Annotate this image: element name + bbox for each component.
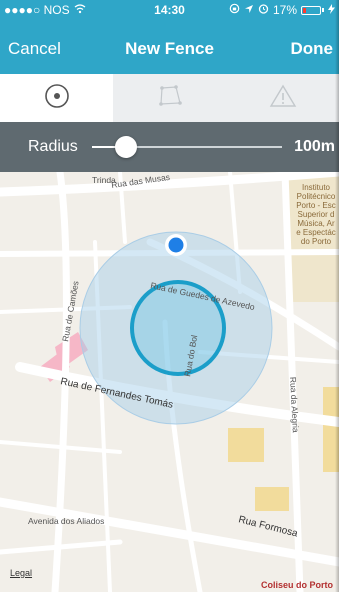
svg-text:Politécnico: Politécnico [297,192,336,201]
map-block [228,428,264,462]
street-label: Rua Formosa [237,514,299,539]
nav-bar: Cancel New Fence Done [0,20,339,74]
radius-bar: Radius 100m [0,122,339,172]
poi-coliseu: Coliseu do Porto [261,580,333,590]
circle-target-icon [44,83,70,114]
nav-title: New Fence [125,39,214,58]
map-block [255,487,289,511]
alarm-icon [258,0,269,20]
svg-text:Música, Ar: Música, Ar [297,219,335,228]
street-label: Rua da Alegria [288,377,301,433]
header: ●●●●○ NOS 14:30 17% Cancel New Fence Don… [0,0,339,74]
polygon-icon [157,84,183,113]
lock-rotation-icon [229,0,240,20]
svg-text:do Porto: do Porto [301,237,332,246]
svg-text:Instituto: Instituto [302,183,331,192]
warning-triangle-icon [269,84,297,113]
svg-text:Superior d: Superior d [298,210,335,219]
map-view[interactable]: Rua das Musas Rua de Camões Rua de Guede… [0,172,339,592]
status-bar: ●●●●○ NOS 14:30 17% [0,0,339,20]
charging-bolt-icon [328,0,335,20]
battery-tip [322,8,324,12]
location-arrow-icon [244,0,254,20]
radius-label: Radius [28,138,78,155]
location-dot [168,237,184,253]
screen: ●●●●○ NOS 14:30 17% Cancel New Fence Don… [0,0,339,592]
status-right: 17% [229,0,335,20]
edge-shadow [335,0,339,592]
segment-polygon[interactable] [113,74,226,122]
svg-text:Porto - Esc: Porto - Esc [296,201,336,210]
segment-circle[interactable] [0,74,113,122]
done-button[interactable]: Done [291,20,334,74]
legal-link[interactable]: Legal [10,568,32,578]
radius-slider-thumb[interactable] [115,136,138,158]
map-canvas: Rua das Musas Rua de Camões Rua de Guede… [0,172,339,592]
segment-warning[interactable] [226,74,339,122]
street-label: Avenida dos Aliados [28,516,104,526]
fence-type-segmented-control [0,74,339,122]
street-label: Trinda [92,175,116,185]
radius-slider[interactable] [92,136,282,158]
battery-percent: 17% [272,3,297,17]
poi-label: Instituto Politécnico Porto - Esc Superi… [296,183,336,246]
radius-value: 100m [294,138,335,155]
battery-icon [301,5,321,15]
svg-text:e Espectác: e Espectác [296,228,336,237]
battery-level [303,7,306,13]
